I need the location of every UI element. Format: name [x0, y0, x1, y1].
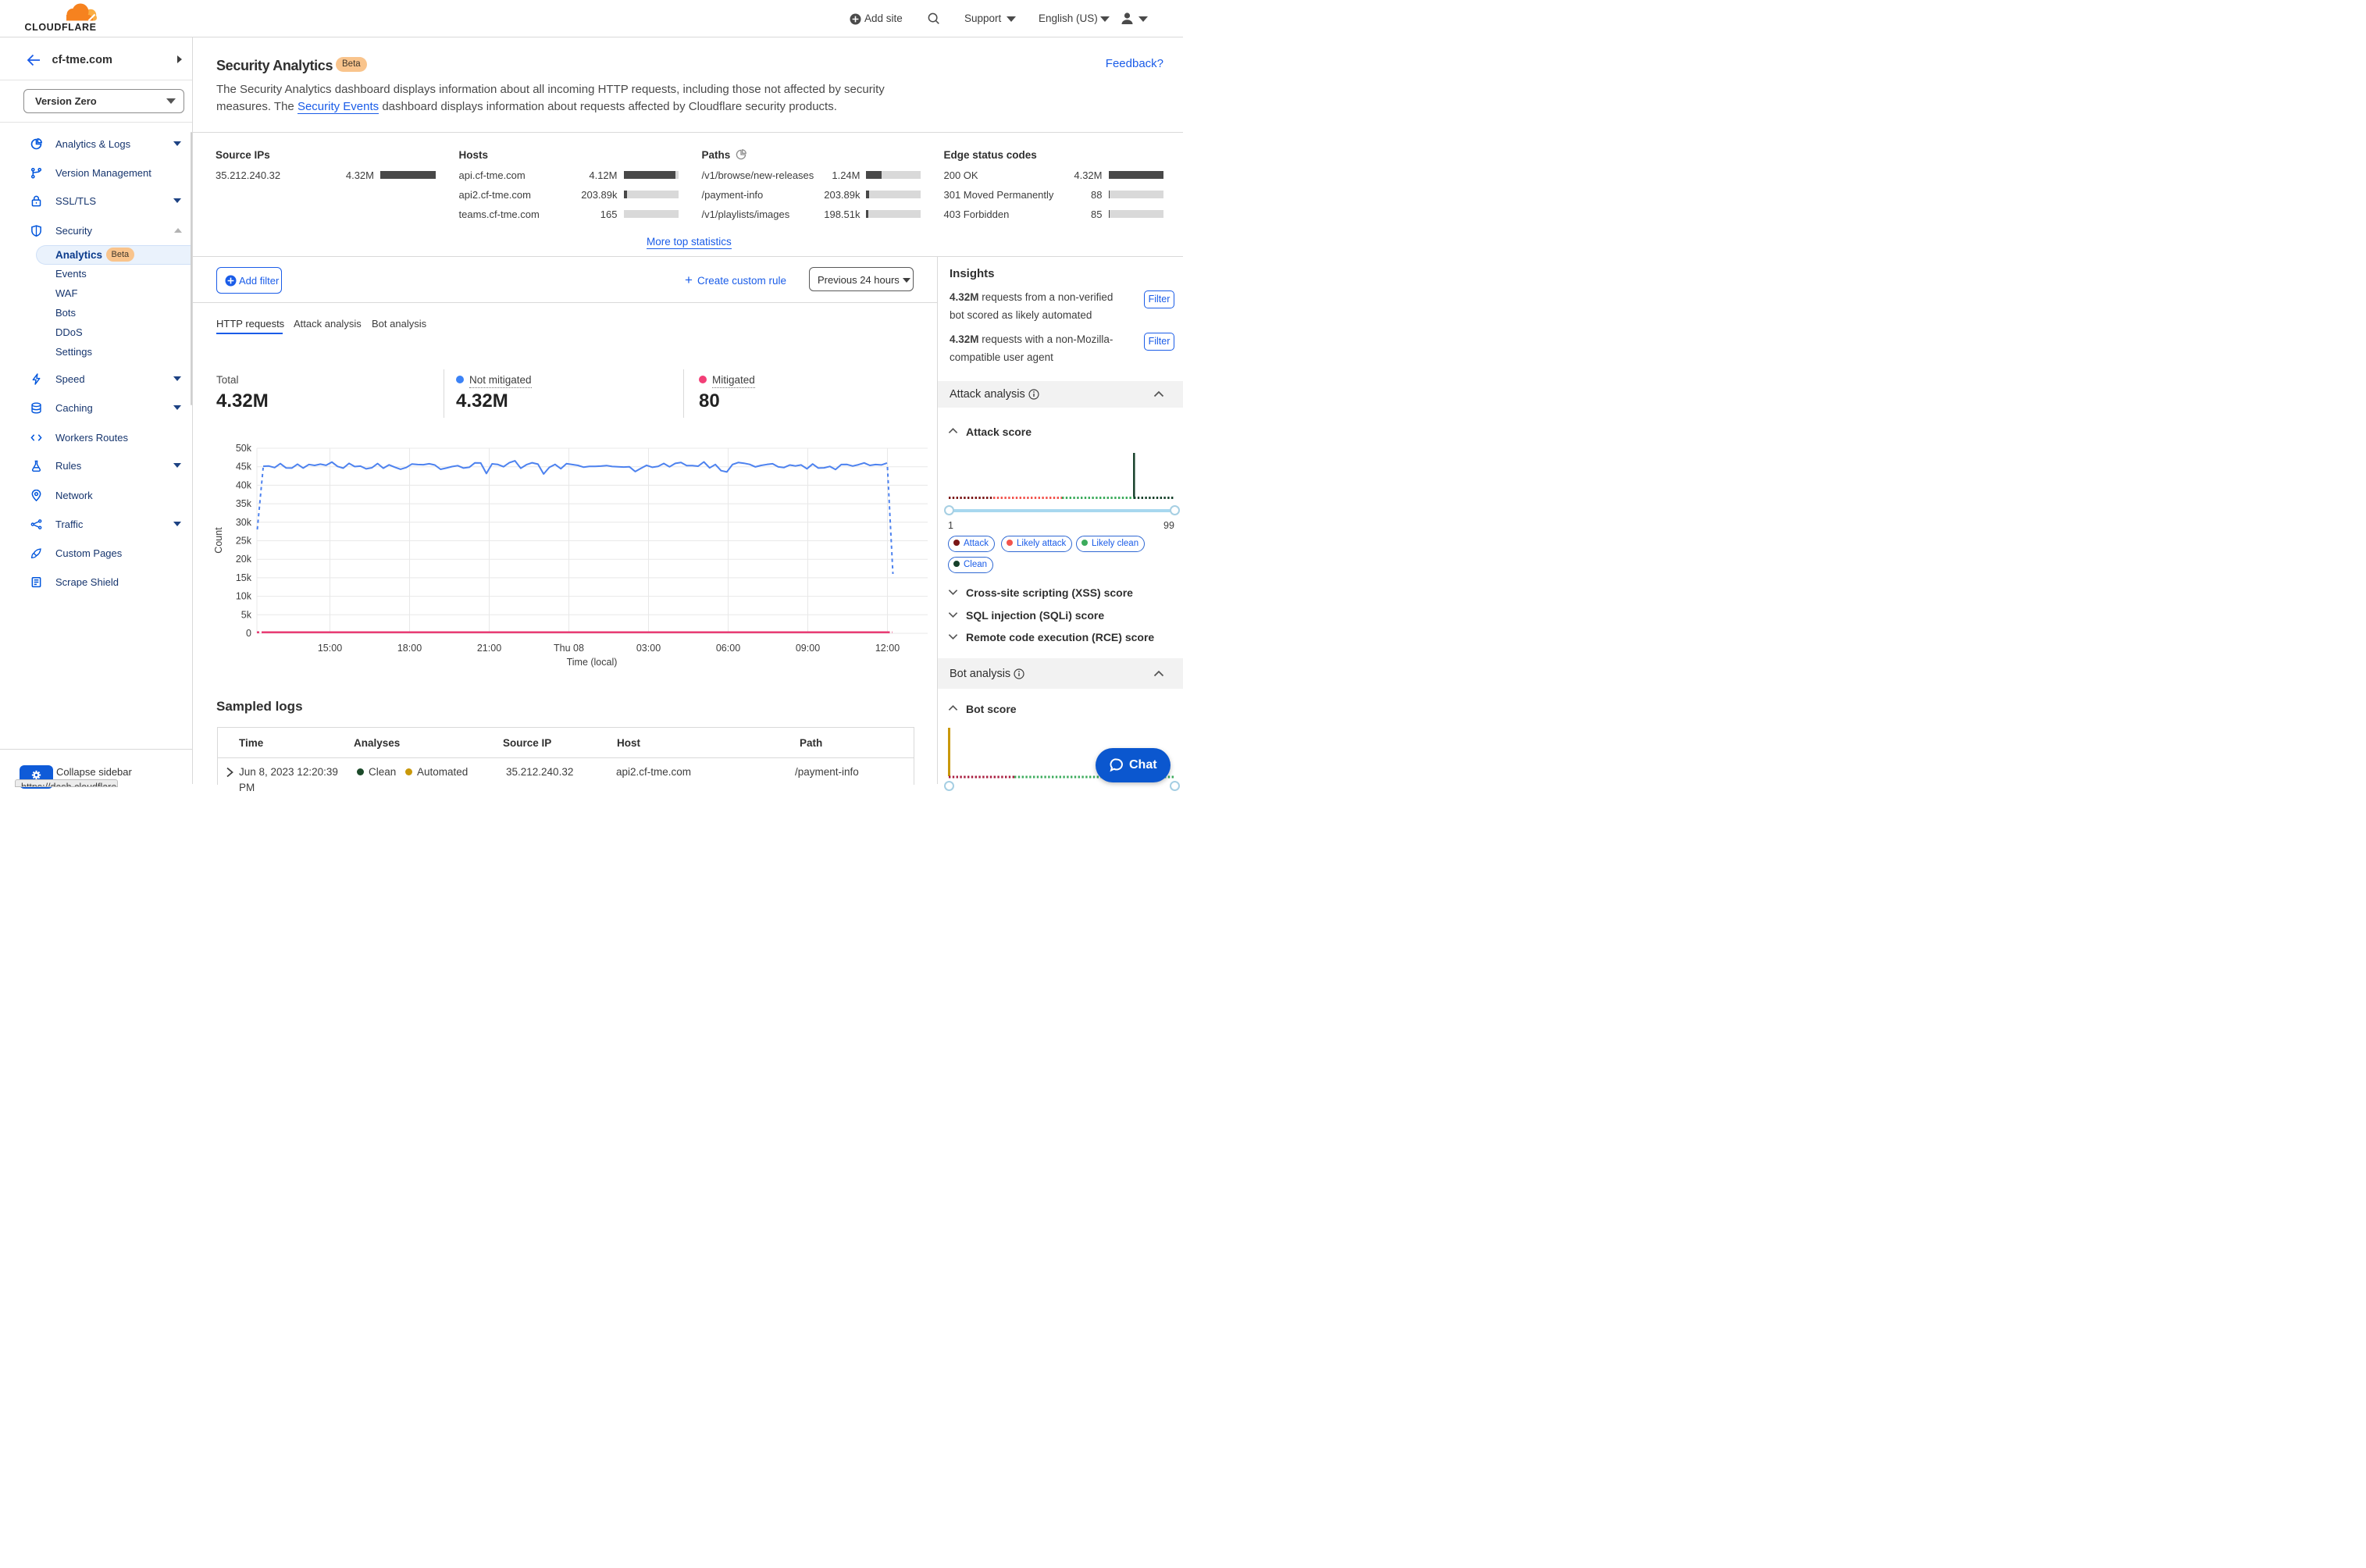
svg-text:21:00: 21:00 [477, 643, 501, 654]
svg-text:06:00: 06:00 [716, 643, 740, 654]
svg-text:20k: 20k [236, 554, 252, 565]
svg-text:40k: 40k [236, 479, 252, 490]
svg-text:10k: 10k [236, 591, 252, 602]
svg-text:25k: 25k [236, 536, 252, 547]
svg-text:03:00: 03:00 [636, 643, 661, 654]
svg-text:Time (local): Time (local) [567, 657, 618, 668]
svg-text:5k: 5k [241, 609, 252, 620]
svg-text:09:00: 09:00 [796, 643, 820, 654]
svg-text:15:00: 15:00 [318, 643, 342, 654]
svg-text:30k: 30k [236, 517, 252, 528]
svg-text:15k: 15k [236, 572, 252, 583]
svg-text:18:00: 18:00 [397, 643, 422, 654]
svg-text:12:00: 12:00 [875, 643, 900, 654]
svg-text:45k: 45k [236, 461, 252, 472]
svg-text:Count: Count [213, 527, 224, 554]
svg-text:Thu 08: Thu 08 [554, 643, 584, 654]
svg-text:50k: 50k [236, 443, 252, 454]
svg-text:0: 0 [246, 628, 251, 639]
svg-text:35k: 35k [236, 498, 252, 509]
